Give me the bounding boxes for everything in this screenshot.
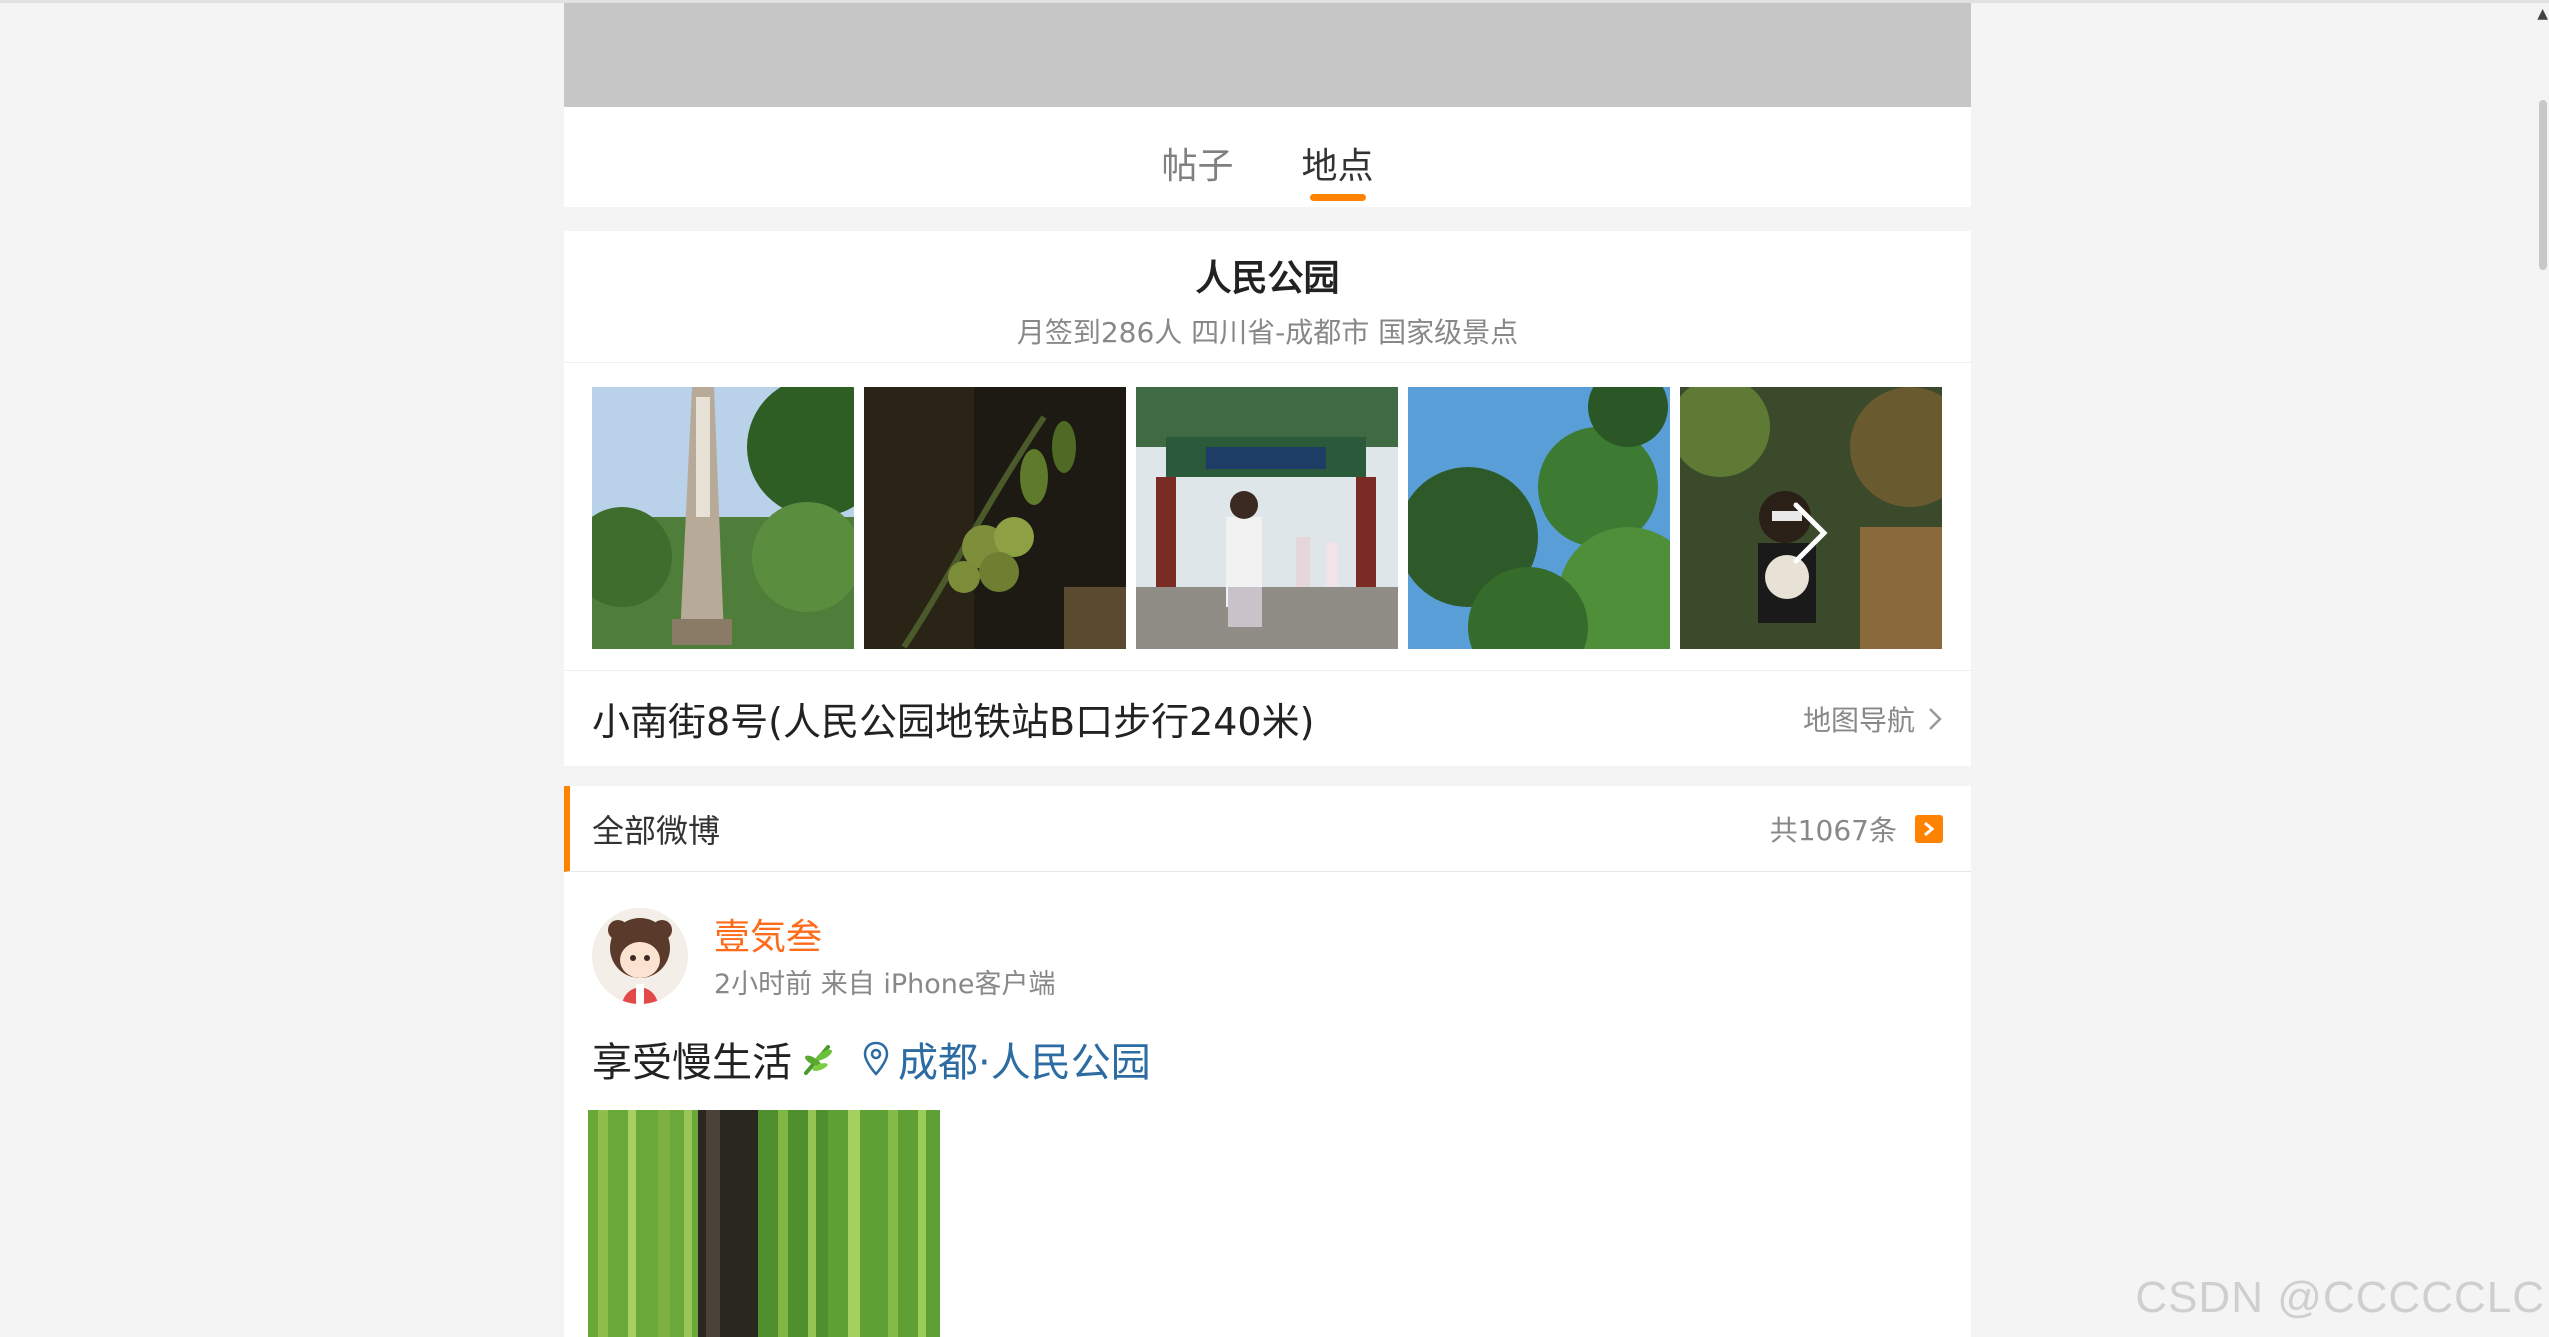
scrollbar-thumb[interactable] — [2539, 100, 2547, 270]
all-weibo-header: 全部微博 共1067条 — [564, 786, 1971, 872]
page-column: 帖子 地点 人民公园 月签到286人 四川省-成都市 国家级景点 小南街8号(人… — [564, 3, 1971, 1337]
all-weibo-title: 全部微博 — [592, 811, 721, 850]
post-location-tag[interactable]: 成都·人民公园 — [862, 1030, 1151, 1088]
photo-thumbnail[interactable] — [864, 387, 1126, 649]
photo-next-icon[interactable] — [1776, 493, 1836, 573]
location-header: 人民公园 月签到286人 四川省-成都市 国家级景点 — [564, 231, 1971, 363]
photo-strip — [564, 363, 1971, 671]
location-card: 人民公园 月签到286人 四川省-成都市 国家级景点 小南街8号(人民公园地铁站… — [564, 231, 1971, 766]
address-row: 小南街8号(人民公园地铁站B口步行240米) 地图导航 — [564, 671, 1971, 766]
tab-posts[interactable]: 帖子 — [1157, 137, 1237, 207]
tab-bar: 帖子 地点 — [564, 107, 1971, 207]
post-text: 享受慢生活 — [592, 1040, 792, 1086]
tab-places[interactable]: 地点 — [1298, 137, 1378, 207]
post-image[interactable] — [588, 1110, 940, 1337]
post-meta: 2小时前 来自 iPhone客户端 — [714, 969, 1056, 1000]
post-location-label: 成都·人民公园 — [898, 1040, 1151, 1086]
post-username[interactable]: 壹気叁 — [714, 908, 822, 960]
map-navigation-link[interactable]: 地图导航 — [1803, 699, 1943, 739]
photo-thumbnail[interactable] — [592, 387, 854, 649]
scrollbar[interactable]: ▲ — [2535, 0, 2549, 1337]
watermark: CSDN @CCCCCLC — [2135, 1273, 2545, 1322]
scroll-up-arrow-icon[interactable]: ▲ — [2537, 6, 2548, 22]
location-subtitle: 月签到286人 四川省-成都市 国家级景点 — [1016, 316, 1519, 349]
bamboo-emoji-icon — [804, 1045, 832, 1075]
photo-thumbnail[interactable] — [1136, 387, 1398, 649]
weibo-post: 壹気叁 2小时前 来自 iPhone客户端 享受慢生活 成都·人民公园 — [564, 872, 1971, 1337]
post-content: 享受慢生活 成都·人民公园 — [592, 1030, 1151, 1088]
map-navigation-label: 地图导航 — [1802, 703, 1915, 737]
avatar[interactable] — [592, 908, 688, 1004]
chevron-right-icon — [1929, 707, 1942, 730]
location-title: 人民公园 — [1195, 258, 1340, 299]
weibo-count: 共1067条 — [1769, 813, 1897, 847]
location-pin-icon — [863, 1041, 889, 1076]
location-address: 小南街8号(人民公园地铁站B口步行240米) — [592, 700, 1315, 744]
header-banner — [564, 3, 1971, 107]
all-weibo-right: 共1067条 — [1770, 809, 1943, 849]
arrow-right-icon[interactable] — [1915, 814, 1943, 843]
photo-thumbnail[interactable] — [1408, 387, 1670, 649]
